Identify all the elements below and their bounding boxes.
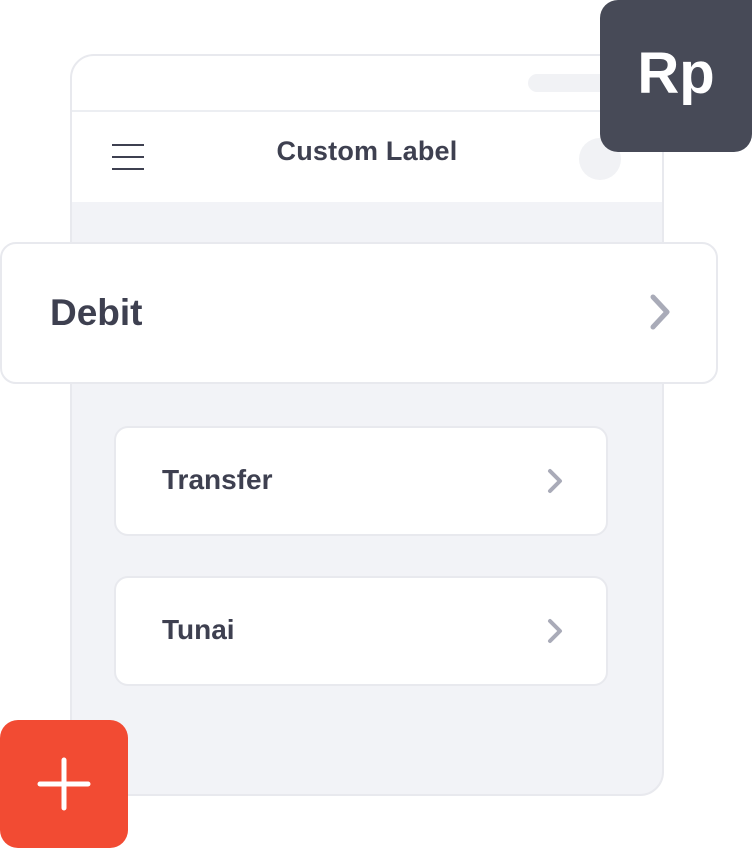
- screen: Custom Label Transfer Tunai Debit Rp: [0, 0, 752, 848]
- list-item-tunai[interactable]: Tunai: [114, 576, 608, 686]
- phone-frame: Custom Label Transfer Tunai: [70, 54, 664, 796]
- chevron-right-icon: [548, 619, 562, 643]
- chevron-right-icon: [548, 469, 562, 493]
- list-item-label: Tunai: [162, 614, 235, 645]
- app-bar: Custom Label: [72, 112, 662, 202]
- page-title: Custom Label: [276, 136, 458, 166]
- currency-badge: Rp: [600, 0, 752, 152]
- debit-card[interactable]: Debit: [0, 242, 718, 384]
- add-button[interactable]: [0, 720, 128, 848]
- list-item-label: Transfer: [162, 464, 273, 495]
- chevron-right-icon: [650, 294, 670, 330]
- status-bar: [72, 56, 662, 112]
- debit-label: Debit: [50, 292, 143, 333]
- list-item-transfer[interactable]: Transfer: [114, 426, 608, 536]
- currency-badge-text: Rp: [637, 41, 715, 106]
- plus-icon: [37, 757, 91, 811]
